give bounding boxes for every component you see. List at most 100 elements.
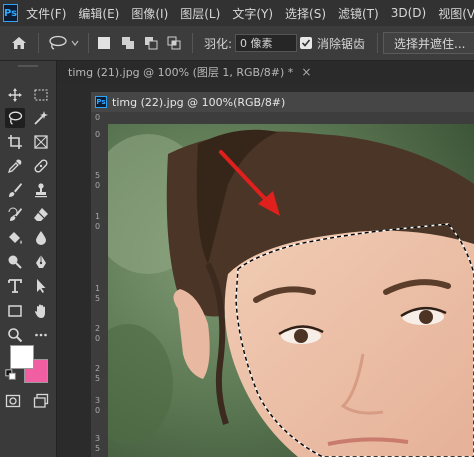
zoom-icon <box>8 328 23 343</box>
menu-edit[interactable]: 编辑(E) <box>78 5 119 22</box>
marquee-tool[interactable] <box>31 85 51 105</box>
default-colors-icon <box>5 369 16 380</box>
horizontal-ruler: 0 <box>91 112 474 124</box>
lasso-preset-picker[interactable] <box>44 26 82 60</box>
pen-icon <box>36 255 46 268</box>
menu-layer[interactable]: 图层(L) <box>180 5 220 22</box>
custom-shape-tool[interactable] <box>31 301 51 321</box>
ruler-left-label: 2 <box>95 324 101 333</box>
pen-tool[interactable] <box>31 252 51 272</box>
blur-tool[interactable] <box>31 228 51 248</box>
photoshop-doc-icon: Ps <box>95 96 107 108</box>
crop-icon <box>8 135 22 149</box>
portrait-photo <box>108 124 474 457</box>
crop-tool[interactable] <box>5 132 25 152</box>
quick-mask-icon <box>5 394 21 408</box>
ruler-left-label: 0 <box>95 406 101 415</box>
intersect-selection-icon <box>167 36 181 50</box>
bandage-icon <box>34 159 48 173</box>
menu-view[interactable]: 视图(V) <box>438 5 474 22</box>
lasso-icon <box>48 35 67 50</box>
menu-image[interactable]: 图像(I) <box>131 5 168 22</box>
type-icon <box>8 279 22 293</box>
home-button[interactable] <box>6 26 32 60</box>
default-colors-button[interactable] <box>4 368 18 382</box>
ruler-left-label: 5 <box>95 171 101 180</box>
brush-tool[interactable] <box>5 180 25 200</box>
move-icon <box>8 88 22 102</box>
feather-field-wrap: 0 像素 <box>234 26 298 60</box>
ruler-left-label: 5 <box>95 294 101 303</box>
lasso-tool[interactable] <box>5 108 25 128</box>
move-tool[interactable] <box>5 85 25 105</box>
clone-stamp-tool[interactable] <box>31 180 51 200</box>
dodge-tool[interactable] <box>5 252 25 272</box>
path-selection-tool[interactable] <box>31 276 51 296</box>
select-and-mask-button[interactable]: 选择并遮住... <box>383 32 474 54</box>
new-selection-button[interactable] <box>95 26 113 60</box>
rectangle-tool[interactable] <box>5 301 25 321</box>
healing-brush-tool[interactable] <box>31 156 51 176</box>
magic-wand-tool[interactable] <box>31 108 51 128</box>
menu-filter[interactable]: 滤镜(T) <box>338 5 379 22</box>
zoom-tool[interactable] <box>5 325 25 345</box>
menu-select[interactable]: 选择(S) <box>285 5 326 22</box>
image-canvas[interactable] <box>108 124 474 457</box>
intersect-selection-button[interactable] <box>164 26 184 60</box>
subtract-from-selection-button[interactable] <box>141 26 161 60</box>
paint-bucket-tool[interactable] <box>5 228 25 248</box>
ruler-left-label: 0 <box>95 130 101 139</box>
eyedropper-icon <box>7 159 22 174</box>
tab-timg-22[interactable]: Ps timg (22).jpg @ 100%(RGB/8#) <box>91 92 474 112</box>
menu-type[interactable]: 文字(Y) <box>232 5 273 22</box>
eraser-tool[interactable] <box>31 204 51 224</box>
toolbar-grip <box>18 65 38 67</box>
options-bar: 羽化: 0 像素 消除锯齿 选择并遮住... <box>0 26 474 61</box>
add-to-selection-button[interactable] <box>118 26 138 60</box>
type-tool[interactable] <box>5 276 25 296</box>
more-tools[interactable] <box>31 325 51 345</box>
ruler-left-label: 3 <box>95 434 101 443</box>
ruler-left-label: 2 <box>95 364 101 373</box>
arrow-cursor-icon <box>37 279 46 293</box>
new-selection-icon <box>98 37 110 49</box>
water-drop-icon <box>36 231 46 245</box>
menu-file[interactable]: 文件(F) <box>26 5 66 22</box>
screen-mode-button[interactable] <box>31 391 51 411</box>
screen-mode-icon <box>33 393 49 408</box>
ruler-left-label: 0 <box>95 222 101 231</box>
close-icon[interactable]: × <box>301 65 311 79</box>
tab-timg-21-label: timg (21).jpg @ 100% (图层 1, RGB/8#) * <box>68 66 294 79</box>
feather-label-wrap: 羽化: <box>203 26 233 60</box>
ruler-left-label: 3 <box>95 396 101 405</box>
subtract-selection-icon <box>145 37 158 50</box>
frame-icon <box>34 135 48 149</box>
rectangle-icon <box>8 305 22 317</box>
checkbox-checked-icon <box>300 37 312 49</box>
history-brush-tool[interactable] <box>5 204 25 224</box>
frame-tool[interactable] <box>31 132 51 152</box>
ruler-left-label: 5 <box>95 444 101 453</box>
ruler-left-label: 1 <box>95 212 101 221</box>
tab-timg-21[interactable]: timg (21).jpg @ 100% (图层 1, RGB/8#) * × <box>62 61 311 83</box>
menu-3d[interactable]: 3D(D) <box>391 6 426 20</box>
eyedropper-tool[interactable] <box>5 156 25 176</box>
select-mask-wrap: 选择并遮住... <box>383 26 474 60</box>
document-window: Ps timg (22).jpg @ 100%(RGB/8#) 0 0 5 0 … <box>91 92 474 457</box>
quick-mask-button[interactable] <box>3 391 23 411</box>
antialias-checkbox[interactable]: 消除锯齿 <box>300 26 378 60</box>
ruler-left-label: 5 <box>95 374 101 383</box>
rect-marquee-icon <box>34 89 48 101</box>
tools-panel <box>0 61 57 457</box>
paint-bucket-icon <box>9 232 22 244</box>
foreground-color-swatch[interactable] <box>10 345 34 369</box>
eraser-icon <box>34 208 48 221</box>
ruler-left-label: 1 <box>95 284 101 293</box>
hand-icon <box>35 304 45 318</box>
chevron-down-icon <box>71 40 78 46</box>
feather-input[interactable]: 0 像素 <box>235 34 297 52</box>
ruler-top-label: 0 <box>95 113 101 122</box>
stamp-icon <box>35 183 47 198</box>
dodge-icon <box>8 255 22 269</box>
document-tabs: timg (21).jpg @ 100% (图层 1, RGB/8#) * × <box>58 61 474 83</box>
